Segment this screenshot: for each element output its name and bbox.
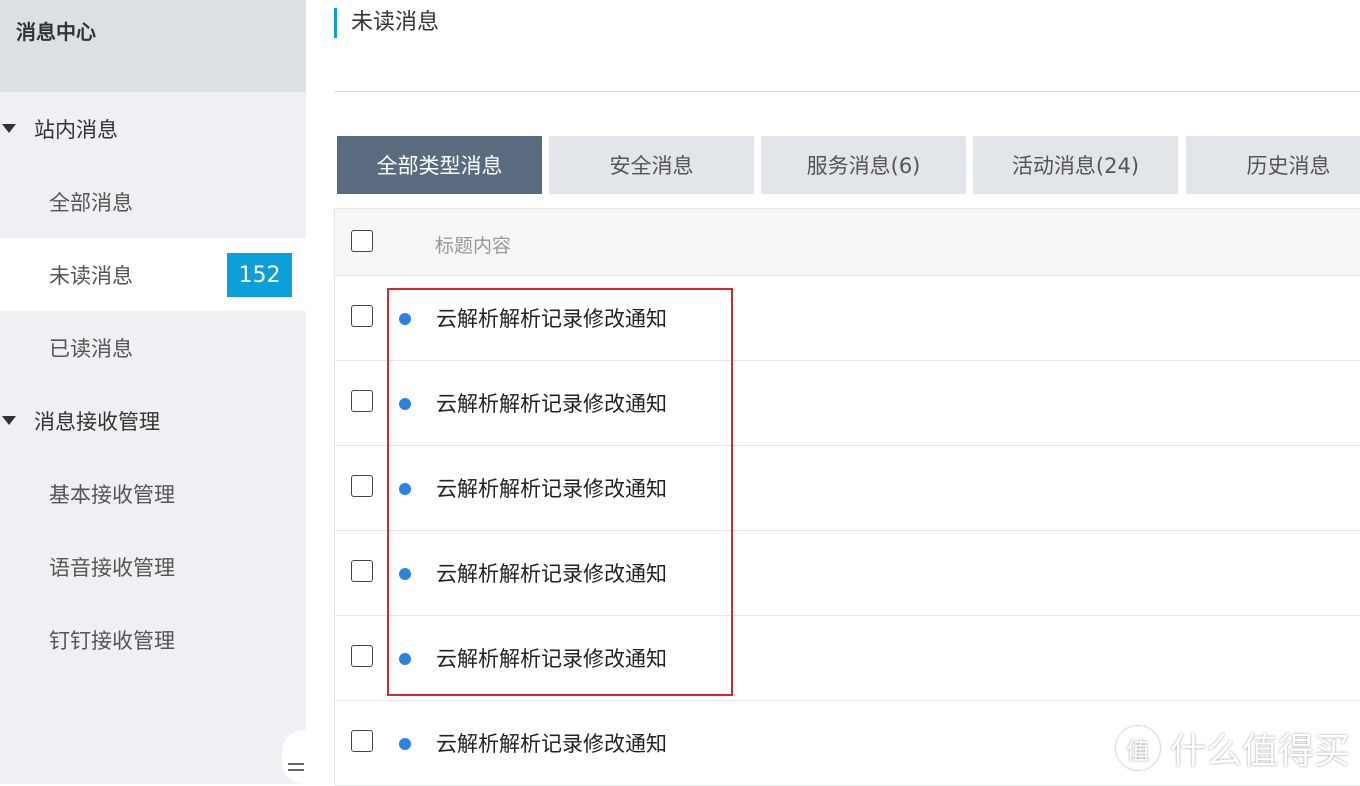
message-title-link[interactable]: 云解析解析记录修改通知	[436, 558, 667, 588]
sidebar-group-site-messages[interactable]: 站内消息	[0, 92, 306, 165]
page-title: 未读消息	[334, 8, 439, 38]
sidebar-item-dingtalk-receive[interactable]: 钉钉接收管理	[0, 603, 306, 676]
table-row: 云解析解析记录修改通知	[335, 361, 1360, 446]
row-checkbox[interactable]	[351, 730, 373, 752]
unread-dot-icon	[399, 313, 411, 325]
sidebar-item-read-messages[interactable]: 已读消息	[0, 311, 306, 384]
sidebar-group-label: 站内消息	[34, 117, 118, 142]
sidebar-collapse-toggle[interactable]	[282, 730, 306, 784]
sidebar-item-basic-receive[interactable]: 基本接收管理	[0, 457, 306, 530]
unread-dot-icon	[399, 398, 411, 410]
message-title-link[interactable]: 云解析解析记录修改通知	[436, 303, 667, 333]
sidebar-item-voice-receive[interactable]: 语音接收管理	[0, 530, 306, 603]
column-header-title: 标题内容	[435, 235, 512, 257]
sidebar-item-all-messages[interactable]: 全部消息	[0, 165, 306, 238]
tab-history[interactable]: 历史消息	[1186, 136, 1360, 194]
unread-dot-icon	[399, 738, 411, 750]
tab-security[interactable]: 安全消息	[549, 136, 754, 194]
main-panel: 未读消息 全部类型消息 安全消息 服务消息(6) 活动消息(24) 历史消息 标…	[306, 0, 1360, 786]
sidebar-item-label: 基本接收管理	[49, 482, 175, 507]
table-row: 云解析解析记录修改通知	[335, 531, 1360, 616]
watermark-text: 什么值得买	[1170, 731, 1351, 772]
table-row: 云解析解析记录修改通知	[335, 276, 1360, 361]
tab-service[interactable]: 服务消息(6)	[761, 136, 966, 194]
sidebar-item-label: 语音接收管理	[49, 555, 175, 580]
message-title-link[interactable]: 云解析解析记录修改通知	[436, 388, 667, 418]
table-row: 云解析解析记录修改通知	[335, 446, 1360, 531]
unread-dot-icon	[399, 568, 411, 580]
sidebar-item-label: 未读消息	[49, 263, 133, 288]
sidebar-item-label: 已读消息	[49, 336, 133, 361]
divider	[334, 91, 1360, 92]
caret-down-icon	[2, 123, 16, 133]
sidebar-item-label: 全部消息	[49, 190, 133, 215]
tab-activity[interactable]: 活动消息(24)	[973, 136, 1178, 194]
row-checkbox[interactable]	[351, 645, 373, 667]
sidebar-title: 消息中心	[0, 0, 306, 92]
row-checkbox[interactable]	[351, 305, 373, 327]
message-table: 标题内容 云解析解析记录修改通知 云解析解析记录修改通知 云解析解析记录修改通知…	[334, 208, 1360, 786]
sidebar-group-receive-management[interactable]: 消息接收管理	[0, 384, 306, 457]
watermark-logo-icon: 值	[1116, 726, 1160, 770]
row-checkbox[interactable]	[351, 390, 373, 412]
table-row: 云解析解析记录修改通知	[335, 616, 1360, 701]
message-title-link[interactable]: 云解析解析记录修改通知	[436, 643, 667, 673]
message-title-link[interactable]: 云解析解析记录修改通知	[436, 473, 667, 503]
message-title-link[interactable]: 云解析解析记录修改通知	[436, 728, 667, 758]
unread-dot-icon	[399, 653, 411, 665]
table-header: 标题内容	[335, 209, 1360, 276]
sidebar: 消息中心 站内消息 全部消息 未读消息 152 已读消息 消息接收管理 基本接收…	[0, 0, 306, 784]
sidebar-item-unread-messages[interactable]: 未读消息 152	[0, 238, 306, 311]
sidebar-item-label: 钉钉接收管理	[49, 628, 175, 653]
row-checkbox[interactable]	[351, 475, 373, 497]
unread-count-badge: 152	[227, 253, 292, 297]
watermark: 值 什么值得买	[1116, 722, 1350, 774]
sidebar-group-label: 消息接收管理	[34, 409, 160, 434]
caret-down-icon	[2, 415, 16, 425]
tab-all-types[interactable]: 全部类型消息	[337, 136, 542, 194]
unread-dot-icon	[399, 483, 411, 495]
row-checkbox[interactable]	[351, 560, 373, 582]
collapse-icon	[288, 763, 304, 775]
select-all-checkbox[interactable]	[351, 230, 373, 252]
